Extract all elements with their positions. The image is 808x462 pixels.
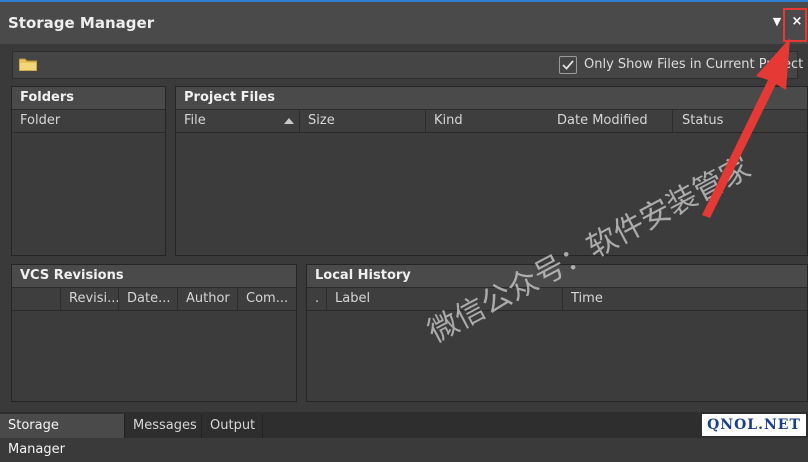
column-file-label: File	[184, 113, 206, 128]
tab-messages[interactable]: Messages	[125, 414, 202, 438]
storage-manager-content: Only Show Files in Current Project Folde…	[0, 44, 808, 412]
window-title: Storage Manager	[8, 14, 155, 32]
site-logo: QNOL.NET	[702, 414, 806, 436]
column-size[interactable]: Size	[300, 110, 426, 132]
column-comment[interactable]: Com...	[238, 288, 296, 310]
toolbar: Only Show Files in Current Project	[12, 51, 803, 79]
column-folder[interactable]: Folder	[12, 110, 165, 132]
tab-storage-manager[interactable]: Storage Manager	[0, 414, 125, 457]
vcs-revisions-panel: VCS Revisions Revisi... Date... Author C…	[11, 264, 297, 402]
column-label[interactable]: Label	[327, 288, 563, 310]
column-blank[interactable]	[12, 288, 61, 310]
column-dot[interactable]: .	[307, 288, 327, 310]
only-current-project-checkbox[interactable]	[559, 56, 577, 74]
column-revision[interactable]: Revisi...	[61, 288, 119, 310]
column-file[interactable]: File	[176, 110, 300, 132]
vcs-revisions-panel-title: VCS Revisions	[12, 265, 296, 288]
column-kind[interactable]: Kind	[426, 110, 550, 132]
folders-panel-title: Folders	[12, 87, 165, 110]
folder-icon[interactable]	[19, 58, 37, 71]
column-date[interactable]: Date...	[119, 288, 178, 310]
vcs-column-header: Revisi... Date... Author Com...	[12, 288, 296, 311]
column-time[interactable]: Time	[563, 288, 807, 310]
local-history-panel-title: Local History	[307, 265, 807, 288]
checkmark-icon	[562, 60, 574, 70]
window-titlebar: Storage Manager ▼ ×	[0, 0, 808, 44]
column-author[interactable]: Author	[178, 288, 238, 310]
tab-output[interactable]: Output	[202, 414, 263, 438]
folders-panel: Folders Folder	[11, 86, 166, 256]
local-history-panel: Local History . Label Time	[306, 264, 808, 402]
local-history-column-header: . Label Time	[307, 288, 807, 311]
annotation-arrow-icon	[702, 38, 790, 218]
column-date-modified[interactable]: Date Modified	[549, 110, 673, 132]
sort-ascending-icon	[284, 118, 294, 124]
bottom-tab-bar: Storage Manager Messages Output	[0, 412, 808, 457]
folders-column-header: Folder	[12, 110, 165, 133]
